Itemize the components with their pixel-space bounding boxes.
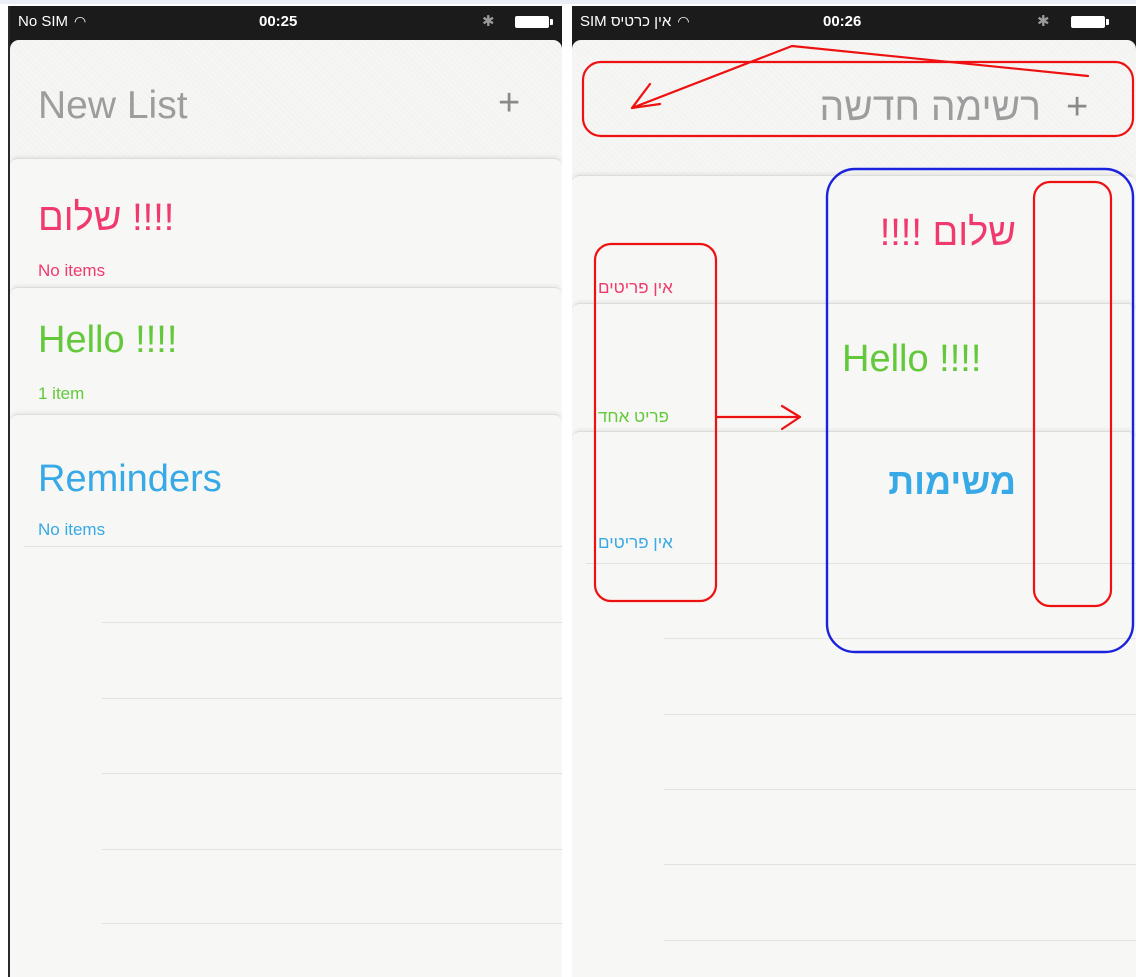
list-count: No items — [38, 520, 106, 539]
bluetooth-icon: ✱ — [1037, 13, 1050, 30]
list-title: שלום !!!! — [38, 197, 175, 239]
carrier-label: SIM אין כרטיס — [580, 13, 672, 30]
ruled-line — [664, 714, 1136, 715]
add-list-button[interactable]: + — [498, 84, 520, 122]
status-bar: SIM אין כרטיס ◠ 00:26 ✱ — [572, 6, 1136, 36]
ruled-line — [102, 849, 562, 850]
clock: 00:25 — [259, 13, 298, 30]
carrier-text: No SIM ◠ — [18, 13, 86, 30]
new-list-title[interactable]: רשימה חדשה — [820, 88, 1041, 127]
window-top-edge — [0, 0, 1136, 4]
phone-screenshot-english: No SIM ◠ 00:25 ✱ New List + שלום !!!! No … — [8, 6, 562, 977]
lists-screen: + רשימה חדשה שלום !!!! אין פריטים Hello … — [572, 40, 1136, 977]
ruled-line — [664, 864, 1136, 865]
list-card[interactable]: משימות אין פריטים — [572, 431, 1136, 977]
ruled-line — [102, 773, 562, 774]
phone-screenshot-hebrew: SIM אין כרטיס ◠ 00:26 ✱ + רשימה חדשה שלום… — [572, 6, 1136, 977]
ruled-line — [664, 638, 1136, 639]
bluetooth-icon: ✱ — [482, 13, 495, 30]
list-count: 1 item — [38, 384, 85, 403]
add-list-button[interactable]: + — [1066, 88, 1088, 126]
wifi-icon: ◠ — [74, 13, 87, 29]
ruled-line — [102, 698, 562, 699]
list-count: No items — [38, 261, 106, 280]
list-count: אין פריטים — [598, 533, 673, 552]
ruled-line — [102, 923, 562, 924]
ruled-line — [586, 563, 1136, 564]
list-count: אין פריטים — [598, 278, 673, 297]
battery-icon — [1071, 16, 1109, 28]
ruled-line — [24, 546, 562, 547]
lists-screen: New List + שלום !!!! No items Hello !!!!… — [10, 40, 562, 977]
battery-icon — [515, 16, 553, 28]
list-title: משימות — [888, 461, 1016, 502]
status-bar: No SIM ◠ 00:25 ✱ — [10, 6, 562, 36]
list-title: שלום !!!! — [879, 212, 1016, 254]
wifi-icon: ◠ — [677, 13, 690, 29]
ruled-line — [664, 789, 1136, 790]
clock: 00:26 — [823, 13, 862, 30]
list-card[interactable]: Reminders No items — [10, 414, 562, 977]
list-title: Hello !!!! — [38, 319, 178, 361]
list-title: Reminders — [38, 458, 222, 500]
list-title: Hello !!!! — [842, 338, 982, 380]
list-count: פריט אחד — [598, 407, 669, 426]
carrier-text: SIM אין כרטיס ◠ — [580, 13, 690, 30]
carrier-label: No SIM — [18, 13, 69, 30]
ruled-line — [102, 622, 562, 623]
new-list-title[interactable]: New List — [38, 86, 188, 125]
ruled-line — [664, 940, 1136, 941]
